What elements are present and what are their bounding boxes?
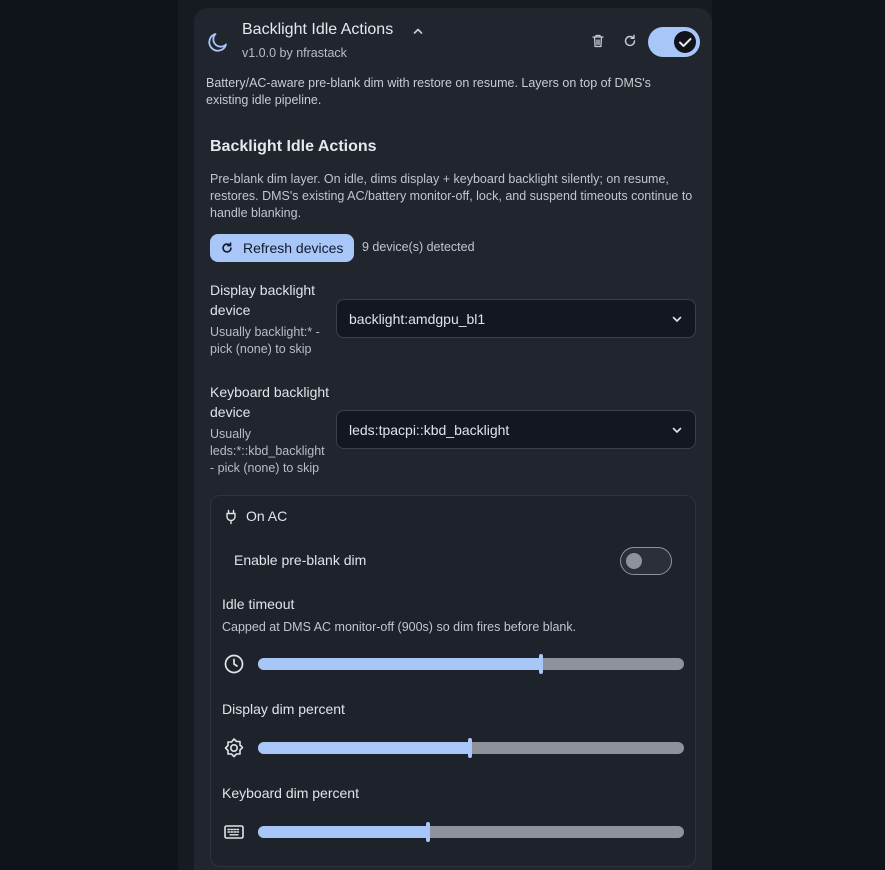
idle-timeout-slider[interactable] xyxy=(258,654,684,674)
idle-timeout-description: Capped at DMS AC monitor-off (900s) so d… xyxy=(222,620,577,634)
keyboard-device-value: leds:tpacpi::kbd_backlight xyxy=(349,421,510,438)
plugin-version: v1.0.0 by nfrastack xyxy=(242,46,347,60)
chevron-down-icon xyxy=(672,316,682,322)
clock-icon xyxy=(224,654,244,674)
refresh-icon xyxy=(222,242,232,253)
display-device-value: backlight:amdgpu_bl1 xyxy=(349,310,486,327)
reload-icon[interactable] xyxy=(622,32,638,50)
display-device-label: Display backlight device xyxy=(210,282,316,318)
check-icon xyxy=(679,38,692,47)
settings-description: Pre-blank dim layer. On idle, dims displ… xyxy=(210,172,693,220)
plugin-title: Backlight Idle Actions xyxy=(242,21,394,38)
slider-thumb[interactable] xyxy=(467,738,472,758)
plug-icon xyxy=(226,509,236,525)
on-ac-label: On AC xyxy=(246,508,288,524)
refresh-devices-button[interactable]: Refresh devices xyxy=(210,234,354,262)
slider-fill xyxy=(258,826,428,838)
slider-fill xyxy=(258,658,542,670)
display-dim-slider[interactable] xyxy=(258,738,684,758)
display-device-hint: Usually backlight:* - pick (none) to ski… xyxy=(210,325,320,356)
enable-dim-toggle[interactable] xyxy=(620,547,672,575)
keyboard-dim-label: Keyboard dim percent xyxy=(222,785,359,801)
chevron-down-icon xyxy=(672,427,682,433)
keyboard-icon xyxy=(224,825,244,839)
plugin-description: Battery/AC-aware pre-blank dim with rest… xyxy=(206,76,651,107)
device-count: 9 device(s) detected xyxy=(362,240,475,254)
keyboard-dim-slider[interactable] xyxy=(258,822,684,842)
keyboard-device-label: Keyboard backlight device xyxy=(210,384,330,420)
keyboard-device-select[interactable]: leds:tpacpi::kbd_backlight xyxy=(336,410,696,449)
trash-icon[interactable] xyxy=(590,32,606,50)
enable-dim-label: Enable pre-blank dim xyxy=(234,552,367,568)
refresh-devices-label: Refresh devices xyxy=(243,240,344,256)
moon-icon xyxy=(208,33,227,52)
display-dim-label: Display dim percent xyxy=(222,701,345,717)
plugin-enable-toggle[interactable] xyxy=(648,27,700,57)
slider-thumb[interactable] xyxy=(425,822,430,842)
display-device-select[interactable]: backlight:amdgpu_bl1 xyxy=(336,299,696,338)
chevron-up-icon[interactable] xyxy=(412,25,424,37)
slider-fill xyxy=(258,742,470,754)
brightness-icon xyxy=(224,738,244,758)
slider-thumb[interactable] xyxy=(539,654,544,674)
toggle-knob xyxy=(674,31,696,53)
idle-timeout-label: Idle timeout xyxy=(222,596,295,612)
keyboard-device-hint: Usually leds:*::kbd_backlight - pick (no… xyxy=(210,427,325,475)
settings-title: Backlight Idle Actions xyxy=(210,138,377,155)
toggle-knob xyxy=(626,553,642,569)
